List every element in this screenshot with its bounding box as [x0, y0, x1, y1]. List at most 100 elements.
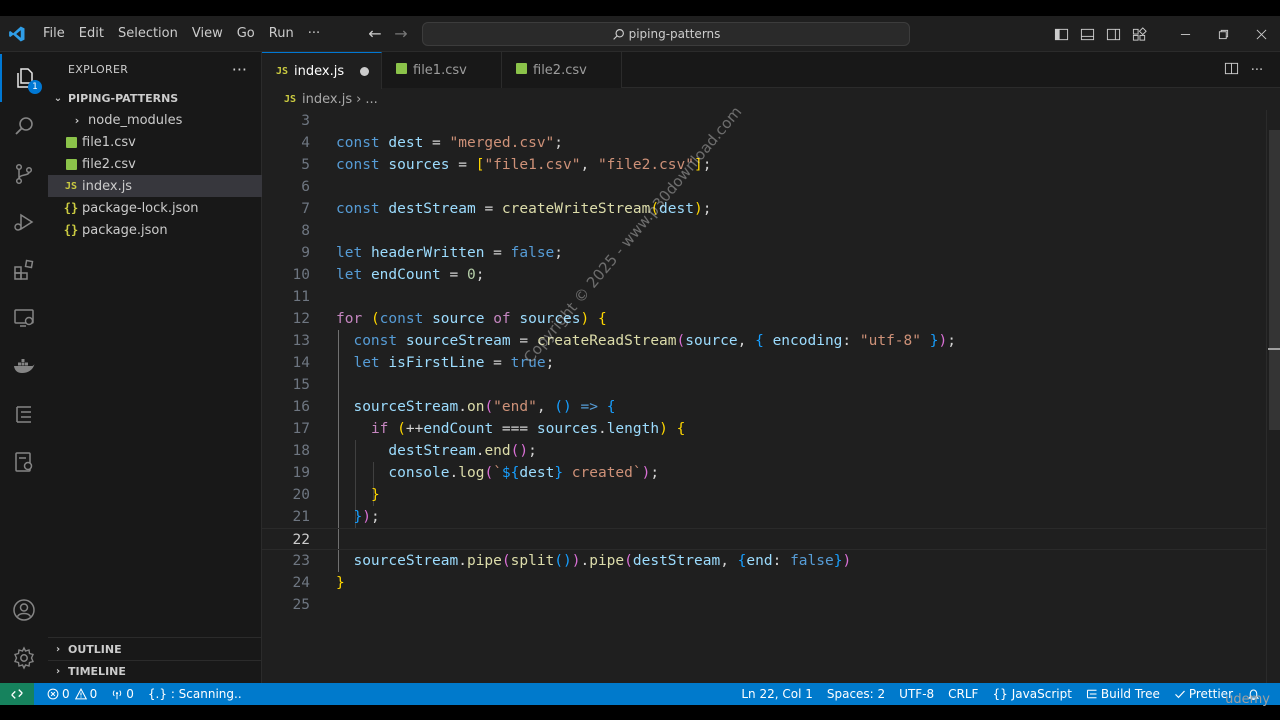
- tree-item-file2-csv[interactable]: file2.csv: [48, 153, 262, 175]
- code-line[interactable]: 10 let endCount = 0;: [262, 264, 1266, 286]
- explorer-more-icon[interactable]: ···: [232, 60, 247, 79]
- code-line[interactable]: 11: [262, 286, 1266, 308]
- code-line[interactable]: 14 let isFirstLine = true;: [262, 352, 1266, 374]
- code-line[interactable]: 5 const sources = ["file1.csv", "file2.cs…: [262, 154, 1266, 176]
- explorer-title: EXPLORER: [68, 63, 129, 76]
- toggle-secondary-sidebar-icon[interactable]: [1100, 16, 1126, 52]
- line-number: 12: [292, 311, 310, 327]
- breadcrumb-file[interactable]: index.js: [302, 92, 352, 107]
- code-line[interactable]: 23 sourceStream.pipe(split()).pipe(destS…: [262, 550, 1266, 572]
- menu-selection[interactable]: Selection: [111, 16, 185, 52]
- settings-sync-activity[interactable]: [0, 438, 48, 486]
- menu-view[interactable]: View: [185, 16, 230, 52]
- editor-scrollbar[interactable]: [1266, 110, 1280, 683]
- explorer-sidebar: EXPLORER ··· ⌄ PIPING-PATTERNS › node_mo…: [48, 52, 262, 683]
- nav-back-icon[interactable]: ←: [365, 24, 385, 44]
- tree-item-package-lock-json[interactable]: {} package-lock.json: [48, 197, 262, 219]
- restore-icon[interactable]: [1204, 16, 1242, 52]
- tab-file1-csv[interactable]: file1.csv: [382, 52, 502, 88]
- code-line[interactable]: 12 for (const source of sources) {: [262, 308, 1266, 330]
- code-line[interactable]: 25: [262, 594, 1266, 616]
- code-line[interactable]: 24}: [262, 572, 1266, 594]
- source-control-activity[interactable]: [0, 150, 48, 198]
- search-activity[interactable]: [0, 102, 48, 150]
- tab-file2-csv[interactable]: file2.csv: [502, 52, 622, 88]
- eol-status[interactable]: CRLF: [941, 687, 985, 701]
- more-actions-icon[interactable]: ···: [1244, 63, 1270, 78]
- tree-item-label: package-lock.json: [82, 200, 199, 216]
- toggle-panel-icon[interactable]: [1074, 16, 1100, 52]
- code-editor[interactable]: 3 4 const dest = "merged.csv"; 5 const sourc…: [262, 110, 1266, 683]
- tree-item-label: file1.csv: [82, 134, 136, 150]
- ports-status[interactable]: 0: [104, 687, 141, 701]
- code-text: }: [370, 487, 380, 503]
- customize-layout-icon[interactable]: [1126, 16, 1152, 52]
- minimize-icon[interactable]: [1166, 16, 1204, 52]
- outline-section-header[interactable]: › OUTLINE: [48, 638, 262, 660]
- accounts-activity[interactable]: [0, 586, 48, 634]
- tab-index-js[interactable]: JS index.js: [262, 52, 382, 89]
- manage-activity[interactable]: [0, 634, 48, 682]
- code-line[interactable]: 17 if (++endCount === sources.length) {: [262, 418, 1266, 440]
- command-center-search[interactable]: piping-patterns: [422, 22, 910, 46]
- menu-more[interactable]: ···: [301, 16, 327, 52]
- code-line[interactable]: 19 console.log(`${dest} created`);: [262, 462, 1266, 484]
- code-line[interactable]: 6: [262, 176, 1266, 198]
- indentation-status[interactable]: Spaces: 2: [820, 687, 892, 701]
- code-line[interactable]: 13 const sourceStream = createReadStream…: [262, 330, 1266, 352]
- chevron-right-icon: ›: [55, 643, 61, 655]
- menu-edit[interactable]: Edit: [72, 16, 111, 52]
- extensions-activity[interactable]: [0, 246, 48, 294]
- line-number: 18: [292, 443, 310, 459]
- tree-view-activity[interactable]: [0, 390, 48, 438]
- code-line[interactable]: 3: [262, 110, 1266, 132]
- code-line[interactable]: 7 const destStream = createWriteStream(de…: [262, 198, 1266, 220]
- timeline-section-header[interactable]: › TIMELINE: [48, 660, 262, 682]
- code-line[interactable]: 16 sourceStream.on("end", () => {: [262, 396, 1266, 418]
- scanning-status[interactable]: {.} : Scanning..: [141, 687, 249, 701]
- docker-activity[interactable]: [0, 342, 48, 390]
- unsaved-dot-icon[interactable]: [360, 67, 369, 76]
- project-section-header[interactable]: ⌄ PIPING-PATTERNS: [48, 87, 262, 109]
- status-right: Ln 22, Col 1 Spaces: 2 UTF-8 CRLF {} Jav…: [734, 683, 1270, 705]
- js-file-icon: JS: [276, 65, 289, 77]
- code-line[interactable]: 9 let headerWritten = false;: [262, 242, 1266, 264]
- tree-item-package-json[interactable]: {} package.json: [48, 219, 262, 241]
- tree-item-file1-csv[interactable]: file1.csv: [48, 131, 262, 153]
- language-mode-status[interactable]: {} JavaScript: [985, 687, 1078, 701]
- code-line[interactable]: 4 const dest = "merged.csv";: [262, 132, 1266, 154]
- tree-item-node-modules[interactable]: › node_modules: [48, 109, 262, 131]
- menu-go[interactable]: Go: [230, 16, 262, 52]
- problems-status[interactable]: 0 0: [40, 687, 104, 701]
- code-line[interactable]: 21 });: [262, 506, 1266, 528]
- toggle-primary-sidebar-icon[interactable]: [1048, 16, 1074, 52]
- encoding-status[interactable]: UTF-8: [892, 687, 941, 701]
- code-line[interactable]: 22: [262, 528, 1266, 550]
- js-file-icon: JS: [284, 93, 297, 105]
- build-tree-status[interactable]: Build Tree: [1079, 687, 1167, 701]
- run-debug-activity[interactable]: [0, 198, 48, 246]
- tree-item-index-js[interactable]: JS index.js: [48, 175, 262, 197]
- nav-forward-icon[interactable]: →: [391, 24, 411, 44]
- status-left: 0 0 0 {.} : Scanning..: [40, 683, 249, 705]
- code-line[interactable]: 15: [262, 374, 1266, 396]
- code-text: let endCount = 0;: [336, 267, 485, 283]
- line-number: 6: [301, 179, 310, 195]
- remote-indicator[interactable]: [0, 683, 34, 705]
- list-tree-icon: [1086, 689, 1097, 699]
- code-line[interactable]: 18 destStream.end();: [262, 440, 1266, 462]
- explorer-activity[interactable]: 1: [0, 54, 48, 102]
- scrollbar-thumb[interactable]: [1269, 130, 1280, 430]
- title-bar: File Edit Selection View Go Run ··· ← → …: [0, 16, 1280, 52]
- close-window-icon[interactable]: [1242, 16, 1280, 52]
- remote-explorer-activity[interactable]: [0, 294, 48, 342]
- menu-run[interactable]: Run: [262, 16, 301, 52]
- cursor-position-status[interactable]: Ln 22, Col 1: [734, 687, 820, 701]
- split-editor-icon[interactable]: [1218, 61, 1244, 80]
- tree-item-label: node_modules: [88, 112, 183, 128]
- breadcrumb-rest[interactable]: ...: [365, 92, 377, 107]
- remote-explorer-icon: [14, 309, 34, 327]
- code-line[interactable]: 20 }: [262, 484, 1266, 506]
- code-line[interactable]: 8: [262, 220, 1266, 242]
- menu-file[interactable]: File: [36, 16, 72, 52]
